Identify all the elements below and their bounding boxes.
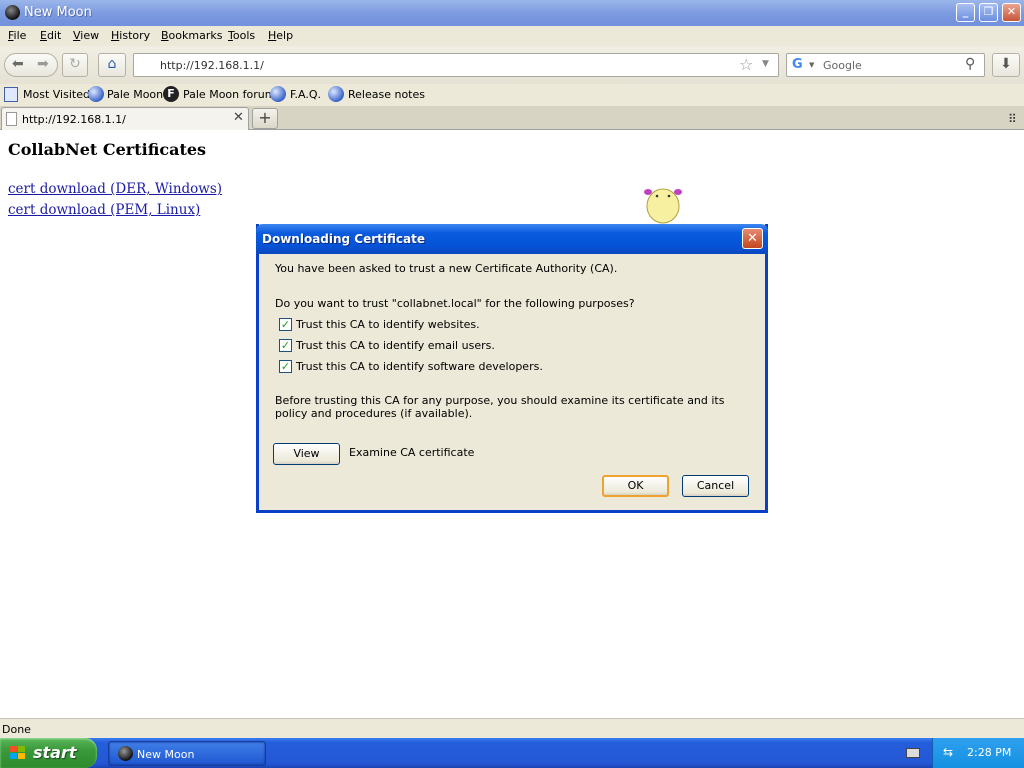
status-bar: Done — [0, 718, 1024, 738]
search-input[interactable]: Google — [823, 59, 862, 72]
status-text: Done — [2, 723, 31, 736]
menu-edit[interactable]: Edit — [40, 29, 61, 42]
menu-tools[interactable]: Tools — [228, 29, 255, 42]
home-icon[interactable]: ⌂ — [98, 53, 126, 77]
minimize-button[interactable]: _ — [956, 3, 975, 22]
new-moon-app-icon — [5, 5, 20, 20]
view-caption: Examine CA certificate — [349, 446, 475, 459]
url-text: http://192.168.1.1/ — [160, 59, 264, 72]
trust-websites-label[interactable]: Trust this CA to identify websites. — [296, 318, 480, 331]
back-forward-group: ⬅ ➡ — [4, 53, 58, 77]
network-icon[interactable]: ⇆ — [943, 745, 957, 759]
dialog-question-text: Do you want to trust "collabnet.local" f… — [275, 297, 635, 310]
page-heading: CollabNet Certificates — [8, 140, 207, 159]
trust-websites-checkbox[interactable]: ✓ — [279, 318, 292, 331]
menu-view[interactable]: View — [73, 29, 99, 42]
menu-history[interactable]: History — [111, 29, 150, 42]
downloads-icon[interactable]: ⬇ — [992, 53, 1020, 77]
tab-label: http://192.168.1.1/ — [22, 113, 126, 126]
menu-bookmarks[interactable]: Bookmarks — [161, 29, 222, 42]
trust-email-label[interactable]: Trust this CA to identify email users. — [296, 339, 495, 352]
bookmark-most-visited[interactable]: Most Visited — [23, 88, 90, 101]
view-button[interactable]: View — [273, 443, 340, 465]
google-engine-icon[interactable]: G — [792, 57, 803, 72]
dialog-intro-text: You have been asked to trust a new Certi… — [275, 262, 618, 275]
keyboard-icon[interactable] — [906, 748, 920, 758]
release-notes-globe-icon — [328, 86, 344, 102]
forum-f-icon: F — [163, 86, 179, 102]
maximize-button[interactable]: ❐ — [979, 3, 998, 22]
search-box[interactable]: G ▼ Google ⚲ — [786, 53, 985, 77]
system-tray: ⇆ 2:28 PM — [932, 738, 1024, 768]
ok-button[interactable]: OK — [602, 475, 669, 497]
bookmarks-toolbar: Most Visited Pale Moon F Pale Moon forum… — [0, 84, 1024, 106]
trust-software-label[interactable]: Trust this CA to identify software devel… — [296, 360, 543, 373]
menu-help[interactable]: Help — [268, 29, 293, 42]
bookmark-faq[interactable]: F.A.Q. — [290, 88, 321, 101]
new-moon-task-icon — [118, 746, 133, 761]
trust-software-checkbox[interactable]: ✓ — [279, 360, 292, 373]
tab-active[interactable]: http://192.168.1.1/ ✕ — [1, 107, 249, 130]
certificate-dialog: You have been asked to trust a new Certi… — [256, 224, 768, 513]
menu-file[interactable]: File — [8, 29, 26, 42]
bookmark-pale-moon-forum[interactable]: Pale Moon forum — [183, 88, 275, 101]
search-icon[interactable]: ⚲ — [965, 56, 975, 72]
page-icon — [6, 112, 17, 126]
dialog-title: Downloading Certificate — [262, 232, 425, 246]
window-title-bar[interactable]: New Moon _ ❐ ✕ — [0, 0, 1024, 26]
url-history-dropdown-icon[interactable]: ▼ — [762, 59, 769, 69]
window-title: New Moon — [24, 5, 92, 20]
mascot-icon — [644, 188, 682, 224]
bookmark-release-notes[interactable]: Release notes — [348, 88, 425, 101]
dialog-close-icon[interactable]: ✕ — [742, 228, 763, 249]
bookmark-star-icon[interactable]: ☆ — [739, 55, 753, 74]
cancel-button[interactable]: Cancel — [682, 475, 749, 497]
clock[interactable]: 2:28 PM — [967, 746, 1011, 759]
taskbar-item-label: New Moon — [137, 748, 195, 761]
start-button[interactable]: start — [0, 738, 97, 768]
tab-close-icon[interactable]: ✕ — [233, 110, 244, 125]
start-label: start — [33, 743, 77, 762]
cert-download-pem-link[interactable]: cert download (PEM, Linux) — [8, 202, 200, 218]
address-bar[interactable]: http://192.168.1.1/ ☆ ▼ — [133, 53, 779, 77]
close-window-button[interactable]: ✕ — [1002, 3, 1021, 22]
engine-dropdown-icon[interactable]: ▼ — [809, 61, 814, 69]
windows-logo-icon — [10, 746, 25, 759]
faq-globe-icon — [270, 86, 286, 102]
new-tab-button[interactable]: + — [252, 108, 278, 129]
forward-icon[interactable]: ➡ — [37, 54, 49, 75]
reload-icon[interactable]: ↻ — [62, 53, 88, 77]
trust-email-checkbox[interactable]: ✓ — [279, 339, 292, 352]
bookmark-pale-moon[interactable]: Pale Moon — [107, 88, 163, 101]
back-icon[interactable]: ⬅ — [12, 54, 24, 75]
dialog-advice-text: Before trusting this CA for any purpose,… — [275, 394, 725, 420]
menu-bar: File Edit View History Bookmarks Tools H… — [0, 26, 1024, 46]
pale-moon-globe-icon — [88, 86, 104, 102]
tab-list-icon[interactable]: ⠿ — [1008, 112, 1017, 126]
taskbar-new-moon[interactable]: New Moon — [108, 741, 266, 766]
cert-download-der-link[interactable]: cert download (DER, Windows) — [8, 181, 222, 197]
most-visited-icon — [4, 87, 18, 102]
dialog-title-bar[interactable]: Downloading Certificate ✕ — [256, 224, 768, 254]
